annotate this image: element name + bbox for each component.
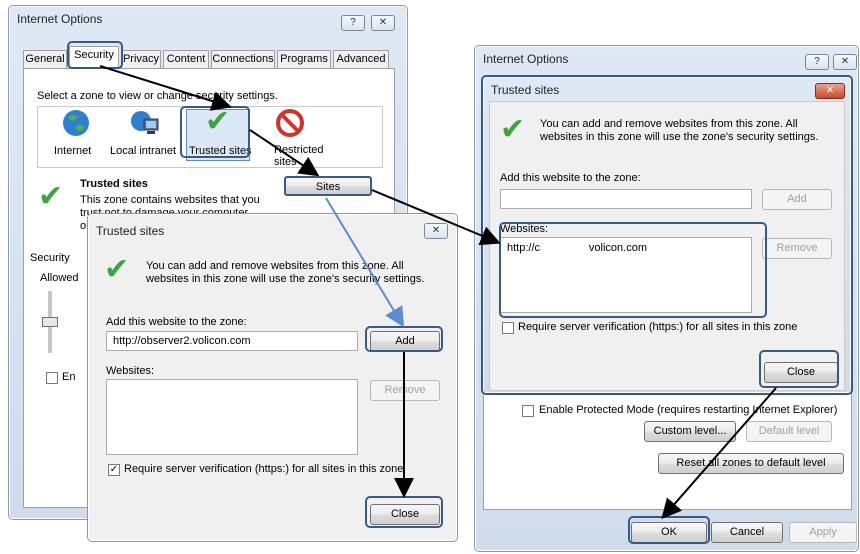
websites-highlight: [499, 222, 767, 318]
require-https-label-left: Require server verification (https:) for…: [124, 463, 404, 475]
tab-general[interactable]: General: [23, 50, 67, 68]
intranet-icon: [131, 111, 159, 134]
tab-connections[interactable]: Connections: [211, 50, 275, 68]
close-button-right[interactable]: ✕: [833, 54, 857, 70]
custom-level-button[interactable]: Custom level...: [644, 421, 736, 442]
protected-mode-checkbox[interactable]: [522, 405, 534, 417]
zone-internet[interactable]: Internet: [46, 109, 106, 161]
security-group-label: Security: [30, 252, 70, 264]
close-button-highlight-right: [759, 350, 839, 388]
trusted-intro-left: You can add and remove websites from thi…: [146, 260, 425, 285]
add-site-label-left: Add this website to the zone:: [106, 316, 247, 328]
close-button-highlight-left: [365, 496, 443, 528]
trusted-zone-highlight: [180, 106, 250, 158]
add-button-right[interactable]: Add: [762, 189, 832, 210]
help-button[interactable]: ?: [341, 15, 365, 31]
allowed-label: Allowed: [40, 272, 79, 284]
close-button[interactable]: ✕: [371, 15, 395, 31]
tab-programs[interactable]: Programs: [277, 50, 331, 68]
add-site-label-right: Add this website to the zone:: [500, 172, 641, 184]
help-button-right[interactable]: ?: [805, 54, 829, 70]
websites-list-left[interactable]: [106, 379, 358, 455]
dialog-title-right: Internet Options: [483, 52, 569, 66]
trusted-title-left: Trusted sites: [96, 224, 165, 238]
security-tab-highlight: [67, 41, 123, 69]
zone-prompt: Select a zone to view or change security…: [37, 90, 278, 102]
websites-label-left: Websites:: [106, 365, 155, 377]
close-button-trusted-right[interactable]: ✕: [815, 83, 845, 99]
tab-content[interactable]: Content: [163, 50, 209, 68]
add-button-highlight-left: [365, 326, 443, 352]
trusted-check-icon-right: ✔: [500, 113, 526, 146]
add-site-input-right[interactable]: [500, 189, 752, 209]
zone-local-intranet[interactable]: Local intranet: [106, 109, 186, 161]
sites-button[interactable]: Sites: [284, 176, 372, 196]
remove-button-left[interactable]: Remove: [370, 380, 440, 401]
tab-advanced[interactable]: Advanced: [333, 50, 389, 68]
globe-icon: [63, 110, 89, 136]
no-entry-icon: [276, 109, 304, 137]
enable-partial-label: En: [62, 371, 76, 383]
zone-heading: Trusted sites: [80, 178, 148, 190]
enable-checkbox[interactable]: [46, 372, 58, 384]
reset-all-zones-button[interactable]: Reset all zones to default level: [658, 453, 844, 474]
remove-button-right[interactable]: Remove: [762, 238, 832, 259]
dialog-title: Internet Options: [17, 12, 103, 26]
cancel-button[interactable]: Cancel: [711, 522, 783, 543]
zone-restricted-label: Restricted sites: [274, 144, 324, 168]
require-https-label-right: Require server verification (https:) for…: [518, 321, 798, 333]
default-level-button[interactable]: Default level: [746, 421, 832, 442]
zone-intranet-label: Local intranet: [110, 145, 177, 157]
trusted-sites-dialog-left: Trusted sites ✕ ✔ You can add and remove…: [87, 213, 458, 542]
trusted-check-icon: ✔: [38, 180, 64, 213]
add-site-input-left[interactable]: http://observer2.volicon.com: [106, 331, 358, 351]
ok-button-highlight: [628, 516, 710, 544]
close-button-trusted-left[interactable]: ✕: [424, 223, 448, 239]
trusted-title-right: Trusted sites: [491, 83, 560, 97]
trusted-intro-right: You can add and remove websites from thi…: [540, 118, 819, 143]
tab-privacy[interactable]: Privacy: [121, 50, 161, 68]
slider-thumb[interactable]: [42, 317, 58, 327]
zone-restricted-sites[interactable]: Restricted sites: [256, 109, 326, 168]
trusted-check-icon-left: ✔: [104, 253, 130, 286]
require-https-checkbox-left[interactable]: ✓: [108, 464, 120, 476]
zone-internet-label: Internet: [54, 145, 92, 157]
apply-button[interactable]: Apply: [789, 522, 857, 543]
require-https-checkbox-right[interactable]: [502, 322, 514, 334]
protected-mode-label: Enable Protected Mode (requires restarti…: [539, 404, 838, 416]
